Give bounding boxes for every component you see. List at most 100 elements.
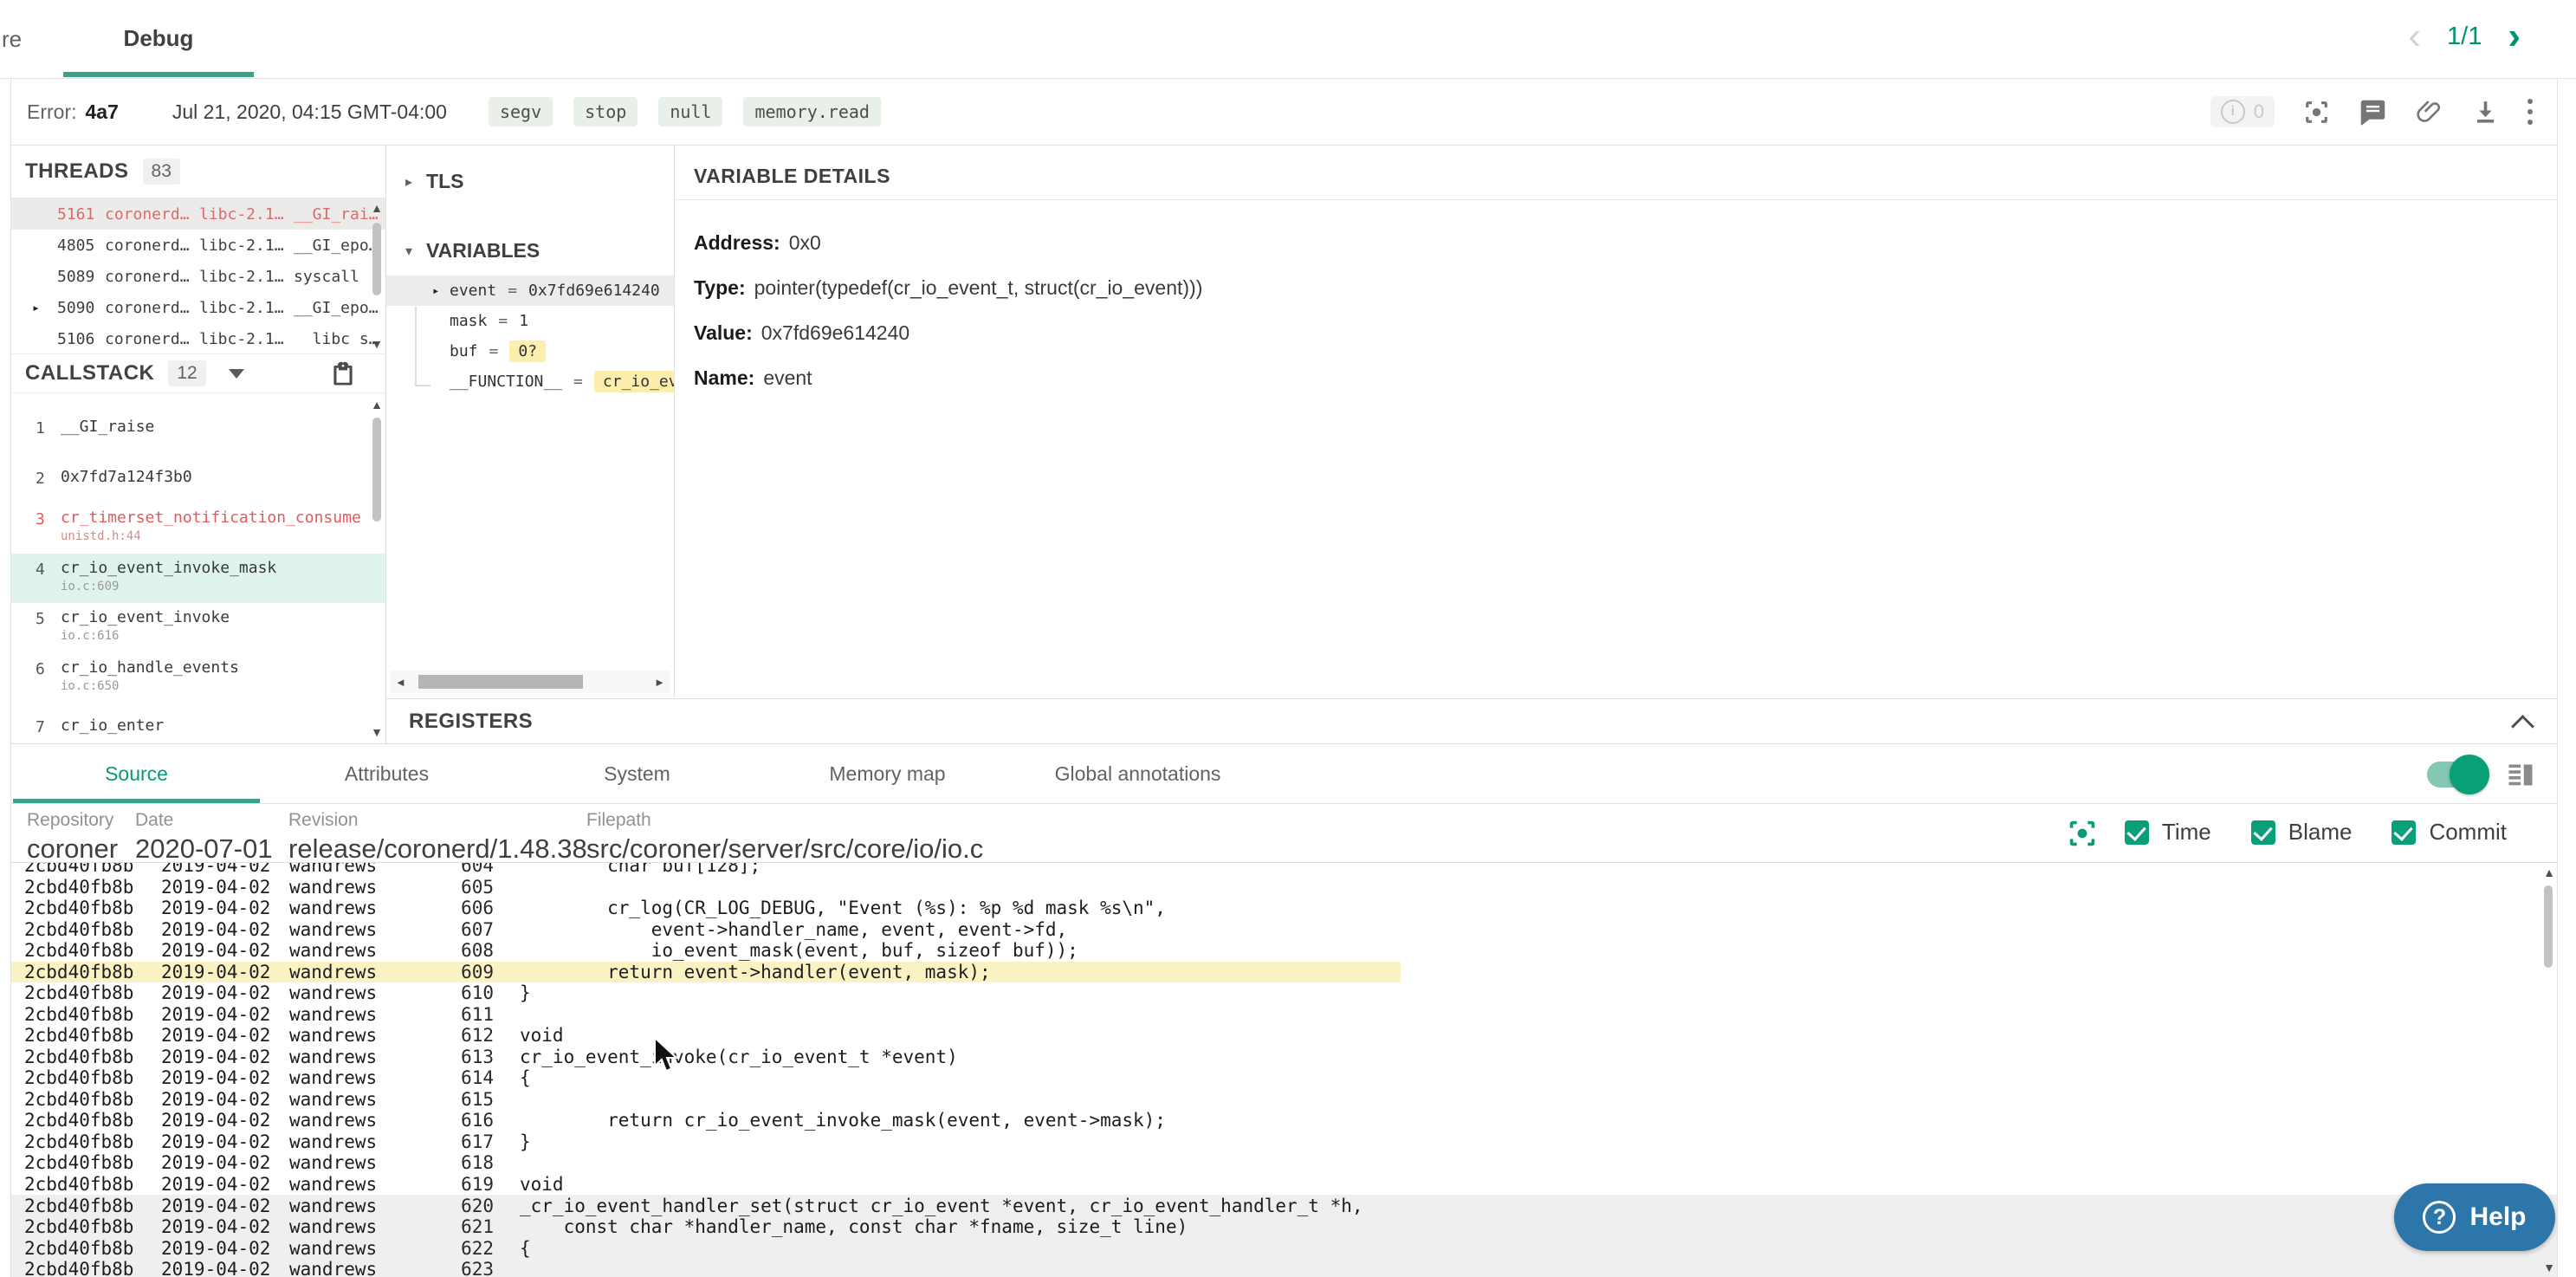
attachment-icon[interactable] bbox=[2415, 98, 2443, 126]
blame-commit: 2cbd40fb8b bbox=[24, 940, 161, 961]
callstack-scrollbar-thumb[interactable] bbox=[372, 418, 381, 522]
tab-explore-partial[interactable]: re bbox=[2, 26, 22, 53]
blame-author: wandrews bbox=[289, 877, 381, 898]
blame-date: 2019-04-02 bbox=[161, 962, 289, 982]
stack-frame[interactable]: 1__GI_raise bbox=[11, 404, 385, 454]
meta-value: src/coroner/server/src/core/io/io.c bbox=[586, 833, 1019, 865]
thread-id: 5089 bbox=[57, 268, 95, 286]
scroll-left-icon[interactable]: ◄ bbox=[390, 676, 411, 689]
chevron-up-icon[interactable] bbox=[2511, 715, 2534, 738]
scroll-up-icon[interactable]: ▲ bbox=[370, 399, 384, 411]
callstack-scrollbar[interactable]: ▲ ▼ bbox=[370, 397, 384, 740]
checkbox-icon[interactable] bbox=[2251, 820, 2275, 845]
toggle-knob[interactable] bbox=[2450, 755, 2489, 794]
tab-attributes[interactable]: Attributes bbox=[262, 744, 512, 803]
hscrollbar-thumb[interactable] bbox=[418, 675, 583, 689]
line-number: 615 bbox=[381, 1089, 494, 1110]
variables-hscrollbar[interactable]: ◄ ► bbox=[390, 671, 670, 693]
checkbox-blame[interactable]: Blame bbox=[2251, 819, 2353, 846]
download-icon[interactable] bbox=[2471, 98, 2500, 126]
blame-author: wandrews bbox=[289, 1238, 381, 1259]
variable-detail-row: Value:0x7fd69e614240 bbox=[694, 310, 1202, 355]
checkbox-commit[interactable]: Commit bbox=[2392, 819, 2507, 846]
variables-section[interactable]: ▾ VARIABLES bbox=[405, 239, 540, 263]
blame-commit: 2cbd40fb8b bbox=[24, 1174, 161, 1195]
code-scrollbar-thumb[interactable] bbox=[2544, 885, 2553, 968]
stack-frame[interactable]: 7cr_io_enter bbox=[11, 703, 385, 743]
variable-details-title: VARIABLE DETAILS bbox=[694, 165, 890, 188]
tab-memory-map[interactable]: Memory map bbox=[762, 744, 1013, 803]
blame-date: 2019-04-02 bbox=[161, 1174, 289, 1195]
scroll-up-icon[interactable]: ▲ bbox=[370, 202, 384, 214]
stack-frame[interactable]: 4cr_io_event_invoke_maskio.c:609 bbox=[11, 554, 385, 604]
more-menu-icon[interactable] bbox=[2527, 99, 2533, 125]
checkbox-icon[interactable] bbox=[2392, 820, 2416, 845]
tls-section[interactable]: ▸ TLS bbox=[405, 170, 463, 193]
line-number: 621 bbox=[381, 1216, 494, 1237]
expander-icon[interactable]: ▸ bbox=[432, 284, 439, 298]
thread-row[interactable]: 4805coronerd…libc-2.1…__GI_epo… bbox=[11, 230, 385, 261]
threads-scrollbar[interactable]: ▲ ▼ bbox=[370, 200, 384, 352]
stack-frame[interactable]: 6cr_io_handle_eventsio.c:650 bbox=[11, 653, 385, 703]
scroll-down-icon[interactable]: ▼ bbox=[370, 338, 384, 350]
comment-icon[interactable] bbox=[2359, 98, 2387, 126]
blame-date: 2019-04-02 bbox=[161, 898, 289, 918]
tab-global-annotations[interactable]: Global annotations bbox=[1013, 744, 1263, 803]
thread-list: 5161coronerd…libc-2.1…__GI_rai…4805coron… bbox=[11, 198, 385, 354]
thread-row[interactable]: 5106coronerd…libc-2.1… libc s… bbox=[11, 323, 385, 354]
thread-lib: libc-2.1… bbox=[199, 268, 284, 286]
line-number: 622 bbox=[381, 1238, 494, 1259]
code-line: 2cbd40fb8b2019-04-02wandrews610} bbox=[11, 982, 2557, 1004]
scroll-right-icon[interactable]: ► bbox=[649, 676, 670, 689]
callstack-title: CALLSTACK bbox=[25, 361, 154, 386]
line-number: 609 bbox=[381, 962, 494, 982]
variable-details-rows: Address:0x0Type:pointer(typedef(cr_io_ev… bbox=[694, 220, 1202, 400]
blame-author: wandrews bbox=[289, 1131, 381, 1152]
scroll-down-icon[interactable]: ▼ bbox=[2541, 1261, 2557, 1274]
jump-to-line-icon[interactable] bbox=[2066, 817, 2099, 850]
callstack-caret-down-icon[interactable] bbox=[229, 369, 244, 379]
code-text: _cr_io_event_handler_set(struct cr_io_ev… bbox=[520, 1196, 2557, 1216]
help-button[interactable]: ? Help bbox=[2394, 1183, 2555, 1251]
variable-name: buf bbox=[450, 342, 478, 360]
annotations-count-badge[interactable]: i 0 bbox=[2210, 96, 2275, 127]
threads-scrollbar-thumb[interactable] bbox=[372, 223, 381, 295]
collapsed-icon[interactable]: ▸ bbox=[405, 173, 412, 191]
thread-row[interactable]: 5161coronerd…libc-2.1…__GI_rai… bbox=[11, 198, 385, 230]
checkbox-time[interactable]: Time bbox=[2125, 819, 2211, 846]
stack-frame[interactable]: 3cr_timerset_notification_consumeunistd.… bbox=[11, 503, 385, 554]
pager-current: 1/1 bbox=[2447, 23, 2482, 51]
checkbox-icon[interactable] bbox=[2125, 820, 2149, 845]
pager-next-icon[interactable]: › bbox=[2508, 17, 2521, 55]
stack-frame[interactable]: 5cr_io_event_invokeio.c:616 bbox=[11, 603, 385, 653]
code-line: 2cbd40fb8b2019-04-02wandrews609 return e… bbox=[11, 962, 2557, 983]
code-line: 2cbd40fb8b2019-04-02wandrews621 const ch… bbox=[11, 1216, 2557, 1238]
variable-row[interactable]: ▸event=0x7fd69e614240 bbox=[386, 275, 674, 306]
blame-date: 2019-04-02 bbox=[161, 982, 289, 1003]
tab-system[interactable]: System bbox=[512, 744, 762, 803]
meta-value: release/coronerd/1.48.38 bbox=[288, 833, 586, 865]
source-view-toggle[interactable] bbox=[2427, 762, 2481, 788]
focus-icon[interactable] bbox=[2302, 98, 2331, 126]
callstack-header: CALLSTACK 12 bbox=[11, 354, 385, 393]
frame-number: 4 bbox=[36, 561, 45, 579]
expander-icon[interactable]: ▸ bbox=[32, 300, 40, 315]
tab-label: Source bbox=[105, 762, 168, 786]
tab-source[interactable]: Source bbox=[11, 744, 262, 803]
panel-layout-icon[interactable] bbox=[2505, 758, 2536, 789]
tab-debug[interactable]: Debug bbox=[63, 0, 254, 77]
variable-value: 0? bbox=[509, 340, 546, 362]
pager: ‹ 1/1 › bbox=[2408, 17, 2521, 55]
stack-frame[interactable]: 20x7fd7a124f3b0 bbox=[11, 454, 385, 504]
pager-prev-icon[interactable]: ‹ bbox=[2408, 17, 2421, 55]
thread-row[interactable]: ▸5090coronerd…libc-2.1…__GI_epo… bbox=[11, 292, 385, 323]
blame-date: 2019-04-02 bbox=[161, 1067, 289, 1088]
thread-row[interactable]: 5089coronerd…libc-2.1…syscall bbox=[11, 261, 385, 292]
scroll-up-icon[interactable]: ▲ bbox=[2541, 866, 2557, 878]
registers-bar[interactable]: REGISTERS bbox=[386, 698, 2557, 743]
expanded-icon[interactable]: ▾ bbox=[405, 243, 412, 260]
copy-callstack-icon[interactable] bbox=[330, 361, 356, 387]
blame-date: 2019-04-02 bbox=[161, 1089, 289, 1110]
scroll-down-icon[interactable]: ▼ bbox=[370, 726, 384, 738]
tab-debug-label: Debug bbox=[124, 25, 194, 52]
